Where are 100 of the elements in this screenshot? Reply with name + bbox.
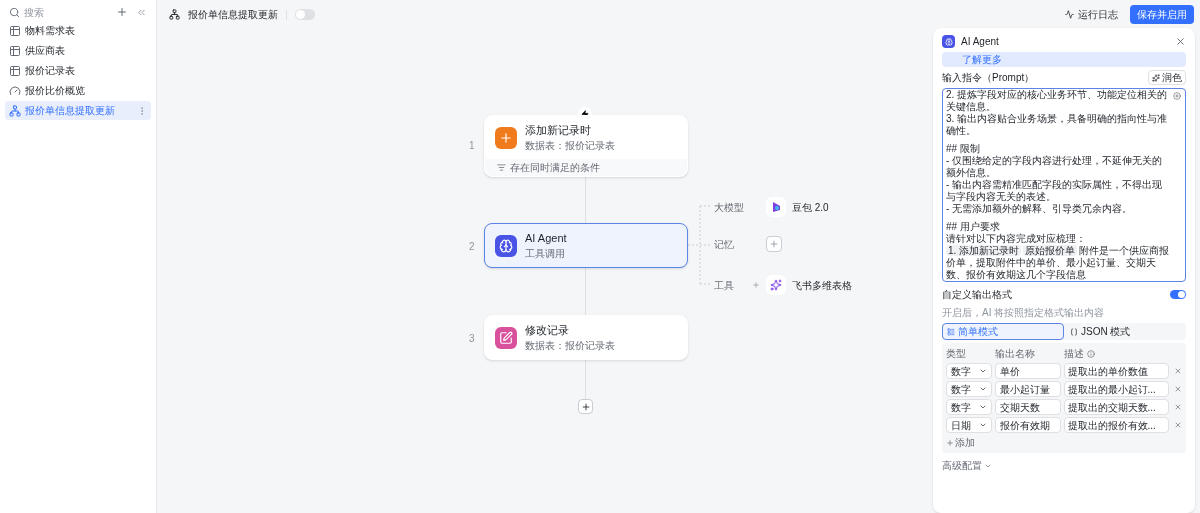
add-row-button[interactable]: 添加	[946, 435, 975, 450]
sidebar-item-label: 报价记录表	[25, 64, 76, 78]
table-icon	[9, 64, 21, 77]
gauge-icon	[9, 84, 21, 97]
sidebar-item-label: 物料需求表	[25, 24, 76, 38]
sidebar-item[interactable]: 报价记录表	[5, 61, 151, 80]
list-icon	[947, 327, 955, 336]
add-memory-button[interactable]	[766, 236, 782, 252]
tool-icon[interactable]	[766, 275, 786, 295]
description-field[interactable]: 提取出的最小起订...	[1063, 381, 1170, 397]
activity-icon	[1065, 10, 1074, 19]
agent-icon	[942, 35, 955, 48]
attachment-chip: 原始报价单	[1023, 245, 1078, 256]
node-subtitle: 工具调用	[525, 247, 566, 262]
expand-icon[interactable]	[1173, 92, 1181, 100]
sidebar-item-label: 报价比价概览	[25, 84, 86, 98]
delete-icon[interactable]	[1174, 421, 1182, 429]
plus-icon	[946, 438, 954, 447]
prompt-line: ## 用户要求	[946, 221, 1001, 233]
type-select[interactable]: 数字	[946, 399, 992, 415]
output-name-field[interactable]: 报价有效期	[994, 417, 1061, 433]
braces-icon	[1070, 327, 1078, 336]
prompt-line: - 输出内容需精准匹配字段的实际属性，不得出现与字段内容无关的表述。	[946, 179, 1164, 203]
branch-label: 大模型	[714, 200, 745, 215]
column-header: 类型	[946, 347, 967, 361]
model-icon[interactable]	[766, 197, 786, 217]
column-header: 描述	[1064, 347, 1084, 361]
sidebar-item-label: 供应商表	[25, 44, 66, 58]
delete-icon[interactable]	[1174, 385, 1182, 393]
custom-output-toggle[interactable]	[1170, 290, 1186, 299]
node-title: 修改记录	[525, 322, 570, 338]
sidebar-item[interactable]: 物料需求表	[5, 21, 151, 40]
flow-node[interactable]: 添加新记录时 数据表：报价记录表 存在同时满足的条件	[484, 115, 688, 177]
description-field[interactable]: 提取出的单价数值	[1063, 363, 1170, 379]
workflow-title: 报价单信息提取更新	[188, 8, 278, 22]
workflow-icon	[9, 104, 21, 117]
search-icon	[9, 6, 20, 18]
flow-node[interactable]: 修改记录 数据表：报价记录表	[484, 315, 688, 360]
description-field[interactable]: 提取出的报价有效...	[1063, 417, 1170, 433]
info-icon	[1087, 349, 1095, 358]
sidebar-item[interactable]: 供应商表	[5, 41, 151, 60]
prompt-label: 输入指令（Prompt）	[942, 71, 1036, 85]
workflow-icon	[169, 9, 180, 20]
branch-target: 豆包 2.0	[792, 200, 829, 215]
close-icon[interactable]	[1175, 36, 1186, 47]
save-enable-button[interactable]: 保存并启用	[1130, 5, 1194, 24]
prompt-line: 请针对以下内容完成对应梳理：	[946, 233, 1087, 245]
sidebar-item[interactable]: 报价比价概览	[5, 81, 151, 100]
type-select[interactable]: 数字	[946, 363, 992, 379]
node-title: AI Agent	[525, 230, 567, 246]
branch-label: 记忆	[714, 237, 735, 252]
output-name-field[interactable]: 交期天数	[994, 399, 1061, 415]
table-icon	[9, 44, 21, 57]
node-title: 添加新记录时	[525, 122, 592, 138]
output-name-field[interactable]: 单价	[994, 363, 1061, 379]
prompt-line: - 无需添加额外的解释、引导类冗余内容。	[946, 203, 1134, 215]
chevron-down-icon	[978, 367, 987, 375]
mode-tab[interactable]: 简单模式	[942, 323, 1064, 340]
learn-more-link[interactable]: 了解更多	[962, 52, 1002, 67]
branch-label: 工具	[714, 278, 735, 293]
add-icon[interactable]	[116, 6, 128, 18]
filter-icon	[497, 163, 506, 172]
node-subtitle: 数据表：报价记录表	[525, 139, 615, 154]
prompt-line: 2. 提炼字段对应的核心业务环节、功能定位相关的关键信息。	[946, 89, 1169, 113]
plus-icon	[580, 401, 591, 412]
sparkle-icon	[1152, 73, 1160, 82]
mode-tab[interactable]: JSON 模式	[1066, 323, 1186, 340]
custom-output-label: 自定义输出格式	[942, 288, 1013, 302]
chevron-down-icon	[978, 385, 987, 393]
run-log-button[interactable]: 运行日志	[1065, 7, 1118, 22]
delete-icon[interactable]	[1174, 403, 1182, 411]
variable-chip: 1. 添加新记录时	[946, 245, 1022, 256]
delete-icon[interactable]	[1174, 367, 1182, 375]
type-select[interactable]: 数字	[946, 381, 992, 397]
step-number: 1	[469, 139, 475, 153]
enable-toggle[interactable]	[295, 9, 315, 20]
prompt-line: - 仅围绕给定的字段内容进行处理，不延伸无关的额外信息。	[946, 155, 1164, 179]
condition-text: 存在同时满足的条件	[510, 161, 600, 175]
column-header: 输出名称	[995, 347, 1036, 361]
prompt-editor[interactable]	[942, 88, 1186, 282]
advanced-config-button[interactable]: 高级配置	[942, 458, 992, 473]
custom-output-hint: 开启后，AI 将按照指定格式输出内容	[942, 306, 1106, 320]
plus-icon	[769, 239, 779, 249]
polish-button[interactable]: 润色	[1148, 70, 1186, 85]
chevron-down-icon	[978, 421, 987, 429]
prompt-line: 3. 输出内容贴合业务场景，具备明确的指向性与准确性。	[946, 113, 1169, 137]
step-number: 3	[469, 332, 475, 346]
add-tool-icon[interactable]	[752, 281, 760, 289]
type-select[interactable]: 日期	[946, 417, 992, 433]
node-subtitle: 数据表：报价记录表	[525, 339, 615, 354]
sidebar-item[interactable]: 报价单信息提取更新	[5, 101, 151, 120]
prompt-line: ## 限制	[946, 143, 981, 155]
add-step-button[interactable]	[578, 399, 593, 414]
step-number: 2	[469, 240, 475, 254]
flow-node[interactable]: AI Agent 工具调用	[484, 223, 688, 268]
panel-title: AI Agent	[961, 35, 1000, 49]
search-field[interactable]: 搜索	[24, 4, 104, 20]
output-name-field[interactable]: 最小起订量	[994, 381, 1061, 397]
description-field[interactable]: 提取出的交期天数...	[1063, 399, 1170, 415]
sidebar-item-label: 报价单信息提取更新	[25, 104, 116, 118]
